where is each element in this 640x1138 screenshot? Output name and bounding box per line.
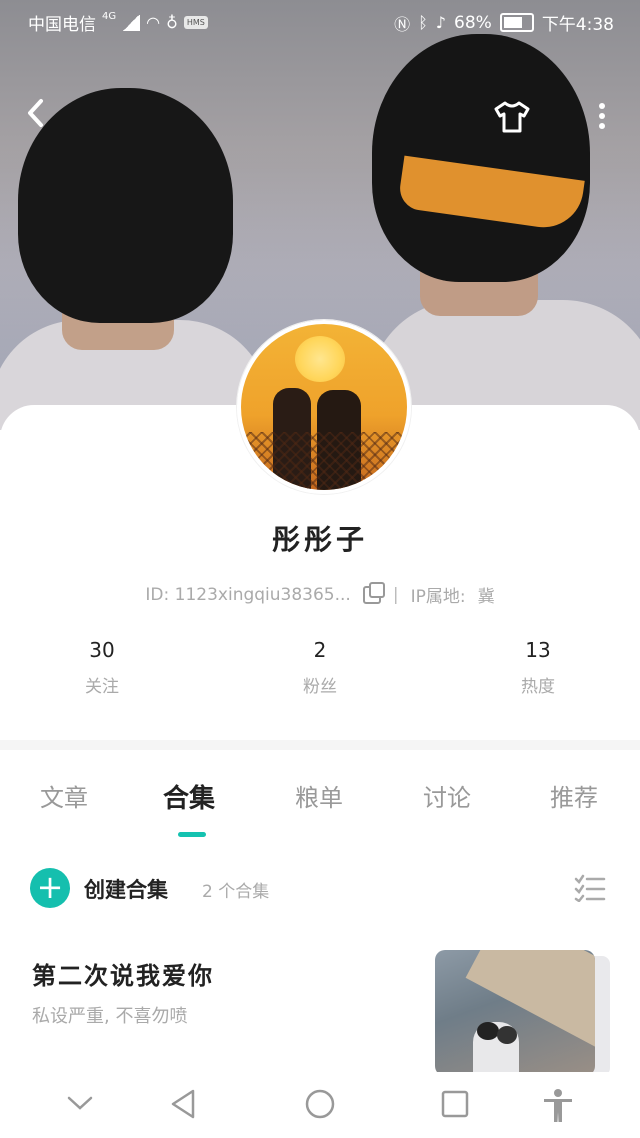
copy-icon[interactable] (362, 581, 385, 604)
system-nav-bar (0, 1072, 640, 1138)
stat-label: 热度 (521, 677, 555, 697)
bluetooth-icon: ᛒ (418, 13, 428, 32)
profile-name: 彤彤子 (271, 523, 368, 556)
hms-badge: HMS (183, 16, 208, 29)
battery-percent: 68% (454, 12, 492, 33)
more-options-button[interactable] (588, 100, 616, 136)
network-type: 4G (102, 11, 117, 22)
status-bar: 中国电信 4G ◠ ♁ HMS Ⓝ ᛒ ♪ 68% 下午4:38 (0, 0, 640, 42)
skin-button[interactable] (493, 100, 531, 134)
plus-icon: + (36, 868, 64, 906)
tshirt-icon (494, 101, 530, 133)
tab-food-list[interactable]: 粮单 (295, 778, 343, 813)
collection-thumbnail (435, 950, 595, 1076)
square-recents-icon (441, 1090, 469, 1118)
clock: 下午4:38 (541, 15, 614, 35)
signal-icon (122, 14, 141, 31)
stat-label: 粉丝 (303, 677, 337, 697)
profile-id-line: ID: 1123xingqiu38365... | IP属地: 冀 (0, 581, 640, 607)
nav-accessibility-button[interactable] (540, 1088, 576, 1128)
stat-value: 13 (525, 638, 551, 662)
checklist-icon (574, 874, 606, 903)
collection-desc: 私设严重, 不喜勿喷 (32, 1006, 188, 1027)
tab-discussion[interactable]: 讨论 (423, 778, 471, 813)
mute-icon: ♪ (435, 13, 447, 32)
manage-list-button[interactable] (574, 874, 606, 903)
wifi-icon: ◠ (146, 13, 161, 32)
avatar[interactable] (237, 320, 411, 494)
ip-region: 冀 (477, 587, 495, 607)
nav-back-button[interactable] (168, 1088, 198, 1124)
profile-stats: 30 关注 2 粉丝 13 热度 (0, 638, 640, 708)
tab-articles[interactable]: 文章 (40, 778, 88, 813)
stat-value: 2 (313, 638, 327, 662)
create-collection-row: + 创建合集 2 个合集 (0, 862, 640, 916)
stat-fans[interactable]: 2 粉丝 (260, 638, 380, 697)
back-button[interactable] (26, 92, 46, 142)
chevron-down-icon (67, 1096, 93, 1110)
active-tab-indicator (178, 832, 206, 837)
profile-id: ID: 1123xingqiu38365... (145, 584, 351, 605)
create-collection-button[interactable]: + (30, 868, 70, 908)
battery-icon (499, 13, 534, 32)
qq-icon: ♁ (166, 13, 178, 32)
content-tabs: 文章 合集 粮单 讨论 推荐 (0, 770, 640, 840)
more-vertical-icon (588, 103, 616, 129)
stat-value: 30 (89, 638, 115, 662)
stat-heat[interactable]: 13 热度 (478, 638, 598, 697)
accessibility-icon (544, 1089, 572, 1122)
collection-count: 2 个合集 (202, 882, 270, 902)
collection-item[interactable]: 第二次说我爱你 私设严重, 不喜勿喷 (0, 946, 640, 1076)
triangle-back-icon (171, 1089, 195, 1119)
section-divider (0, 740, 640, 750)
nfc-icon: Ⓝ (394, 14, 411, 34)
nav-recents-button[interactable] (440, 1088, 470, 1124)
collection-title: 第二次说我爱你 (32, 962, 214, 990)
carrier-label: 中国电信 (28, 15, 96, 35)
create-collection-label[interactable]: 创建合集 (84, 874, 168, 904)
ip-label: IP属地: (410, 587, 466, 607)
top-nav (0, 92, 640, 142)
tab-collections[interactable]: 合集 (163, 778, 215, 815)
stat-following[interactable]: 30 关注 (42, 638, 162, 697)
separator: | (392, 584, 399, 605)
chevron-left-icon (28, 99, 43, 127)
tab-recommend[interactable]: 推荐 (550, 778, 598, 813)
nav-collapse-button[interactable] (66, 1088, 94, 1122)
circle-home-icon (305, 1089, 335, 1119)
stat-label: 关注 (85, 677, 119, 697)
nav-home-button[interactable] (304, 1088, 336, 1124)
